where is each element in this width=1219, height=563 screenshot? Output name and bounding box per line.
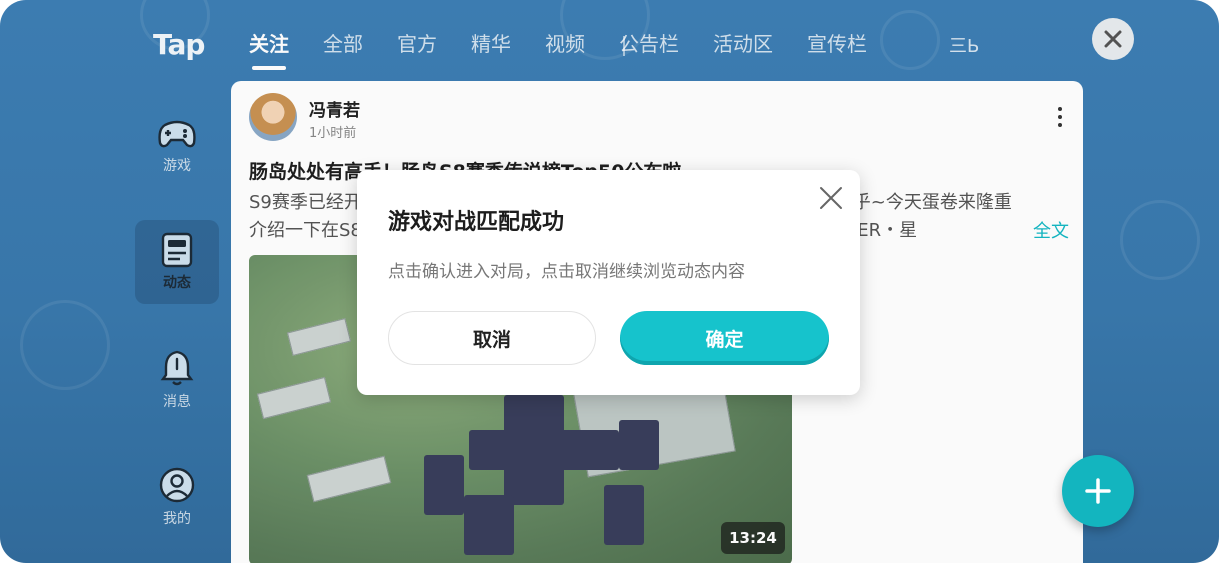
confirm-button[interactable]: 确定 xyxy=(620,311,829,365)
dialog-message: 点击确认进入对局，点击取消继续浏览动态内容 xyxy=(388,262,745,282)
cancel-button[interactable]: 取消 xyxy=(388,311,596,365)
close-icon[interactable] xyxy=(819,186,843,210)
dialog-title: 游戏对战匹配成功 xyxy=(388,210,565,235)
plus-icon xyxy=(1085,478,1111,504)
create-post-button[interactable] xyxy=(1062,455,1134,527)
app-window: Tap 关注 全部 官方 精华 视频 公告栏 活动区 宣传栏 三Ь 游戏 动态 … xyxy=(0,0,1219,563)
match-dialog: 游戏对战匹配成功 点击确认进入对局，点击取消继续浏览动态内容 取消 确定 xyxy=(357,170,860,395)
